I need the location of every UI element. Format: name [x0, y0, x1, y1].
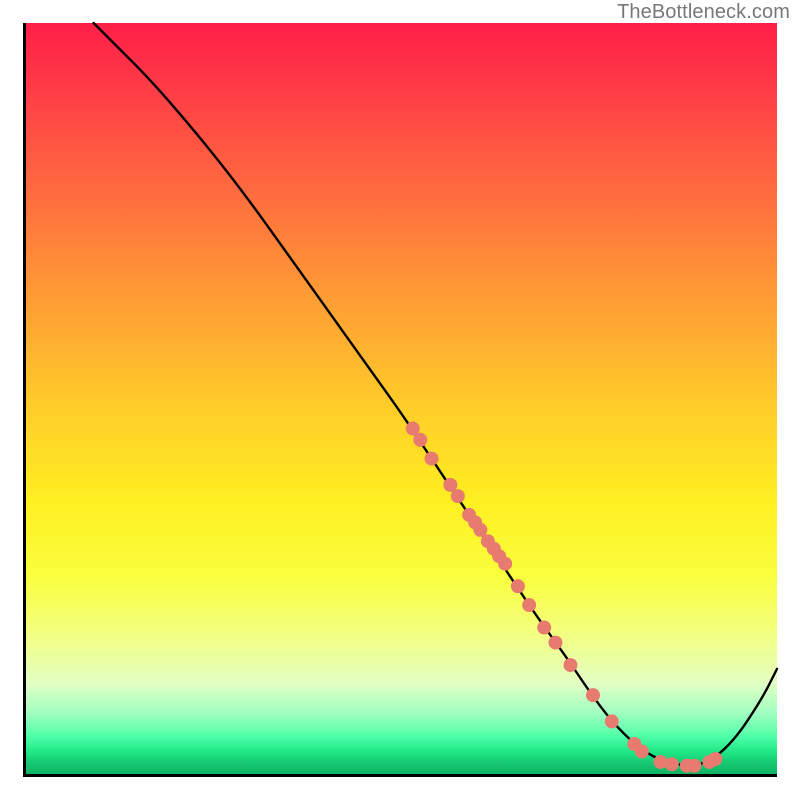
- curve-marker: [586, 688, 600, 702]
- curve-marker: [522, 598, 536, 612]
- curve-marker: [708, 752, 722, 766]
- curve-marker: [548, 636, 562, 650]
- chart-container: TheBottleneck.com: [0, 0, 800, 800]
- bottleneck-curve: [94, 23, 777, 765]
- curve-marker: [451, 489, 465, 503]
- curve-svg: [26, 23, 777, 774]
- watermark-label: TheBottleneck.com: [617, 1, 790, 24]
- curve-marker: [605, 714, 619, 728]
- curve-marker: [425, 452, 439, 466]
- plot-frame: [23, 23, 777, 777]
- curve-markers: [406, 422, 723, 773]
- curve-marker: [687, 759, 701, 773]
- curve-marker: [635, 744, 649, 758]
- curve-marker: [511, 579, 525, 593]
- curve-marker: [665, 757, 679, 771]
- curve-marker: [413, 433, 427, 447]
- curve-marker: [498, 557, 512, 571]
- curve-marker: [563, 658, 577, 672]
- curve-marker: [537, 621, 551, 635]
